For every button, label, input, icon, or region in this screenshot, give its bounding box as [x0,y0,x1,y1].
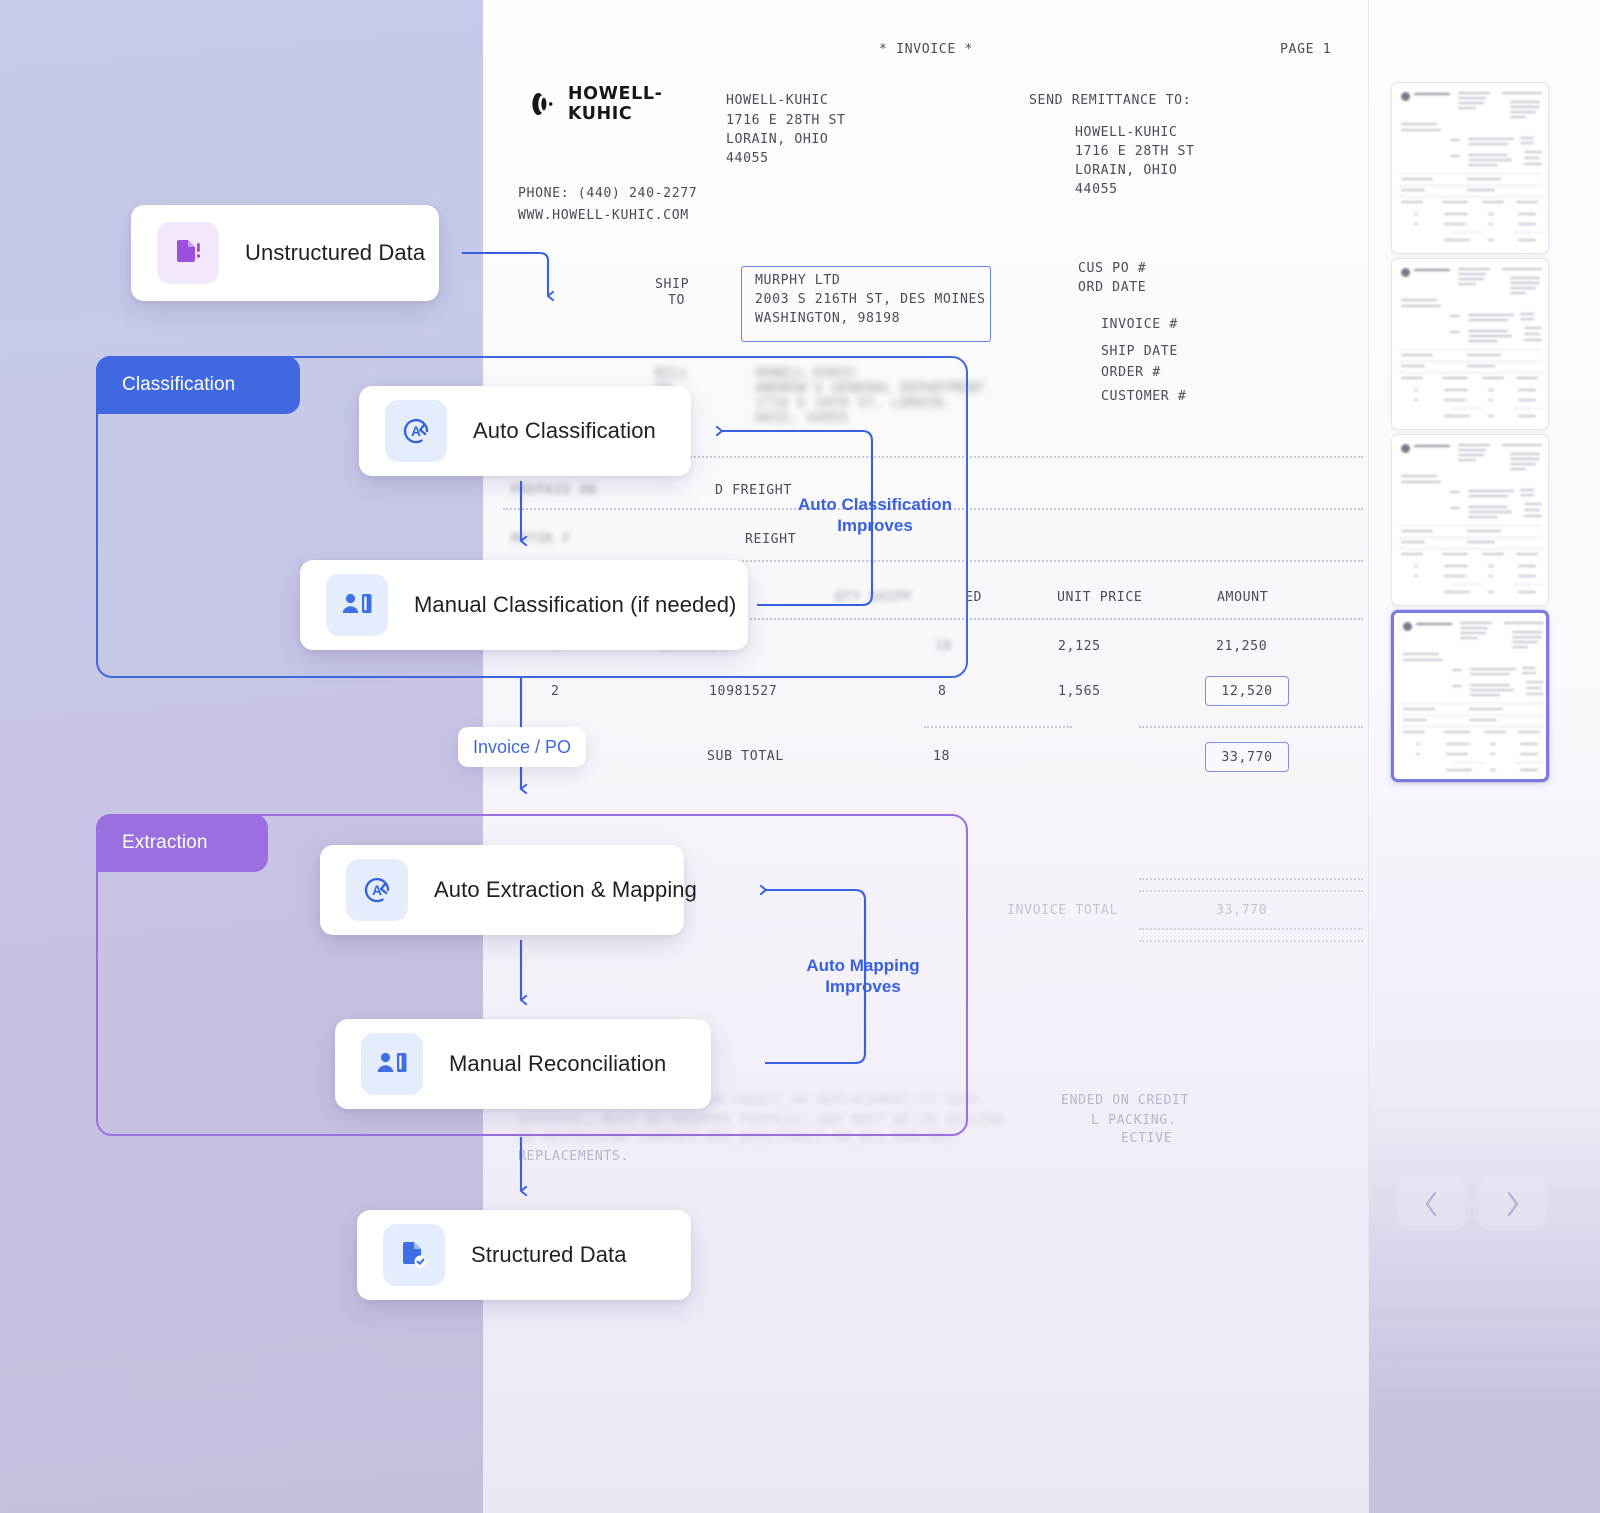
loop-label-auto-mapping-improves: Auto Mapping Improves [806,956,920,997]
connector-pill-invoice-po[interactable]: Invoice / PO [458,727,586,767]
document-check-icon-wrap [383,1224,445,1286]
node-manual-classification[interactable]: Manual Classification (if needed) [300,560,748,650]
node-manual-reconciliation-label: Manual Reconciliation [449,1051,667,1076]
extraction-section-tag: Extraction [96,814,268,872]
person-panel-icon-wrap [326,574,388,636]
document-alert-icon-wrap [157,222,219,284]
extraction-section-label: Extraction [122,832,208,853]
svg-text:A: A [411,424,421,439]
person-panel-icon-wrap-2 [361,1033,423,1095]
connector-pill-label: Invoice / PO [472,736,572,757]
node-auto-extraction-label: Auto Extraction & Mapping [434,877,697,902]
auto-circle-arrow-icon-wrap-2: A [346,859,408,921]
classification-section-label: Classification [122,374,236,395]
node-manual-classification-label: Manual Classification (if needed) [414,592,737,617]
node-structured-data-label: Structured Data [471,1242,627,1267]
pipeline-flow-diagram: Classification Extraction Unstructured D… [0,0,1600,1513]
node-manual-reconciliation[interactable]: Manual Reconciliation [335,1019,711,1109]
node-structured-data[interactable]: Structured Data [357,1210,691,1300]
loop-label-auto-classification-improves: Auto Classification Improves [798,495,952,536]
node-unstructured-data[interactable]: Unstructured Data [131,205,439,301]
person-panel-icon [377,1052,407,1072]
auto-circle-arrow-icon: A [364,877,390,903]
person-panel-icon [342,593,372,613]
node-unstructured-data-label: Unstructured Data [245,240,426,265]
document-check-icon [403,1242,427,1268]
node-auto-classification-label: Auto Classification [473,418,656,443]
document-alert-icon [177,240,201,262]
node-auto-extraction[interactable]: A Auto Extraction & Mapping [320,845,697,935]
auto-circle-arrow-icon-wrap: A [385,400,447,462]
classification-section-tag: Classification [96,356,300,414]
svg-text:A: A [372,883,382,898]
auto-circle-arrow-icon: A [403,418,429,444]
node-auto-classification[interactable]: A Auto Classification [359,386,691,476]
